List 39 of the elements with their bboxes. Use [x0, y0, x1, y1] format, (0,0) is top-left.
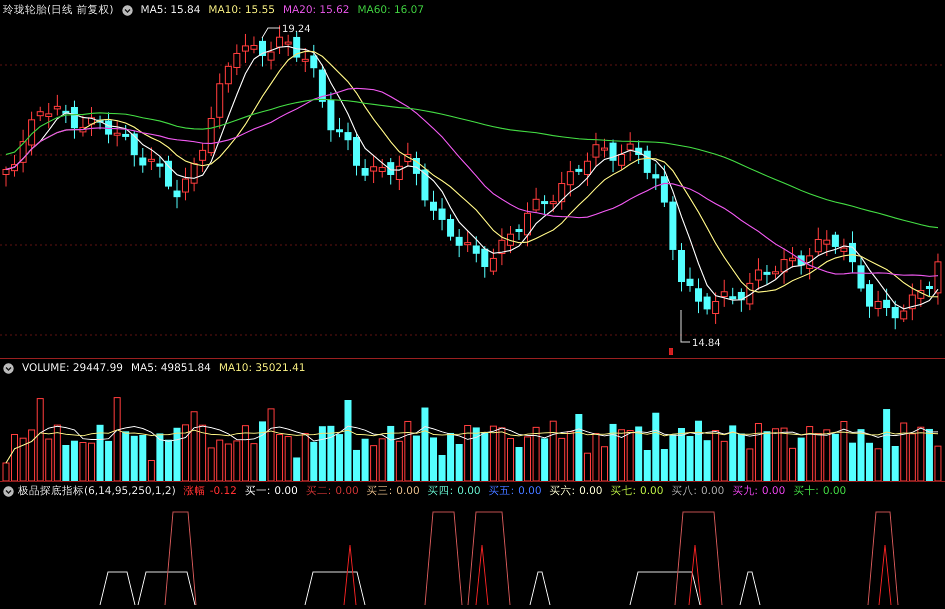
collapse-toggle-icon[interactable]: [3, 486, 14, 496]
indicator-value: 0.00: [396, 484, 420, 499]
indicator-label: 买七:: [610, 484, 636, 499]
indicator-value: 0.00: [762, 484, 786, 499]
signal-marker-icon: [669, 348, 673, 355]
indicator-value: -0.12: [210, 484, 237, 499]
chart-title: 玲珑轮胎(日线 前复权): [3, 3, 114, 18]
indicator-value: 0.00: [700, 484, 724, 499]
indicator-value: MA20: 15.62: [282, 3, 350, 18]
indicator-label: 涨幅: [184, 484, 206, 499]
collapse-toggle-icon[interactable]: [122, 4, 133, 16]
indicator-value: MA5: 49851.84: [130, 361, 211, 376]
leader-line: [680, 310, 690, 342]
indicator-value: 0.00: [822, 484, 846, 499]
low-price-label: 14.84: [692, 338, 721, 349]
indicator-value: 0.00: [457, 484, 481, 499]
indicator-label: 买四:: [428, 484, 454, 499]
indicator-label: 买二:: [306, 484, 332, 499]
indicator-value: VOLUME: 29447.99: [22, 361, 123, 376]
indicator-label: 买一:: [244, 484, 270, 499]
indicator-value: MA10: 15.55: [208, 3, 275, 18]
indicator-title: 极品探底指标(6,14,95,250,1,2): [18, 484, 176, 499]
indicator-label: 买九:: [732, 484, 758, 499]
high-price-label: 19.24: [282, 24, 311, 35]
indicator-value: 0.00: [518, 484, 542, 499]
indicator-label: 买六:: [550, 484, 576, 499]
indicator-label: 买五:: [488, 484, 514, 499]
indicator-label: 买三:: [366, 484, 392, 499]
leader-line: [262, 28, 280, 38]
indicator-label: 买八:: [671, 484, 697, 499]
indicator-value: MA60: 16.07: [357, 3, 424, 18]
indicator-value: 0.00: [579, 484, 602, 499]
indicator-value: 0.00: [274, 484, 298, 499]
indicator-value: MA10: 35021.41: [218, 361, 306, 376]
indicator-value: 0.00: [335, 484, 359, 499]
indicator-value: 0.00: [640, 484, 664, 499]
collapse-toggle-icon[interactable]: [3, 362, 14, 374]
indicator-label: 买十:: [793, 484, 819, 499]
indicator-value: MA5: 15.84: [140, 3, 200, 18]
